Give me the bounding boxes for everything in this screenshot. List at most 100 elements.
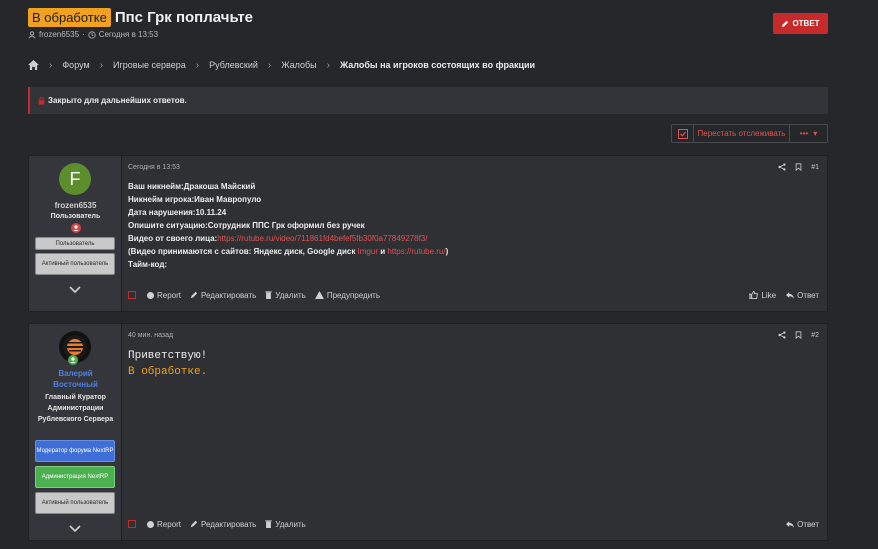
thread-header: В обработке Ппс Грк поплачьте frozen6535 … bbox=[28, 8, 828, 48]
sites-prefix: (Видео принимаются с сайтов: Яндекс диск… bbox=[128, 247, 358, 256]
edit-button[interactable]: Редактировать bbox=[190, 291, 256, 300]
user-icon bbox=[28, 30, 36, 38]
post-line: Видео от своего лица:https://rutube.ru/v… bbox=[128, 232, 448, 245]
info-icon bbox=[147, 291, 154, 299]
report-button[interactable]: Report bbox=[147, 291, 181, 300]
post-number[interactable]: #1 bbox=[811, 164, 819, 171]
breadcrumb-current[interactable]: Жалобы на игроков состоящих во фракции bbox=[340, 60, 535, 70]
info-icon bbox=[147, 520, 154, 528]
edit-label: Редактировать bbox=[201, 290, 257, 300]
watch-more-menu[interactable]: ••• ▾ bbox=[790, 125, 827, 142]
home-icon[interactable] bbox=[28, 60, 39, 70]
online-status-icon bbox=[68, 355, 78, 365]
post-date[interactable]: Сегодня в 13:53 bbox=[128, 164, 180, 171]
trash-icon bbox=[265, 520, 272, 528]
imgur-link[interactable]: Imgur bbox=[358, 247, 378, 256]
lock-icon bbox=[38, 96, 45, 105]
closed-notice-text: Закрыто для дальнейших ответов. bbox=[48, 96, 187, 105]
thread-date[interactable]: Сегодня в 13:53 bbox=[99, 30, 158, 39]
breadcrumb-complaints[interactable]: Жалобы bbox=[281, 60, 316, 70]
warn-button[interactable]: Предупредить bbox=[314, 291, 380, 300]
breadcrumb-server[interactable]: Рублевский bbox=[209, 60, 258, 70]
post-actions-bar: Report Редактировать Удалить Предупредит… bbox=[122, 285, 827, 305]
select-thread-checkbox[interactable] bbox=[672, 125, 694, 142]
bookmark-icon[interactable] bbox=[795, 163, 802, 171]
sites-and: и bbox=[378, 247, 388, 256]
post-username[interactable]: Валерий Восточный bbox=[29, 368, 122, 390]
report-label: Report bbox=[157, 519, 182, 529]
post-line: Никнейм игрока:Иван Мавропуло bbox=[128, 195, 262, 204]
post-actions-right: Like Ответ bbox=[749, 291, 827, 300]
checkbox-icon bbox=[677, 128, 688, 139]
edit-label: Редактировать bbox=[201, 519, 257, 529]
post-line: Ваш никнейм:Дракоша Майский bbox=[128, 182, 256, 191]
delete-button[interactable]: Удалить bbox=[265, 520, 306, 529]
user-banner: Пользователь bbox=[35, 237, 115, 250]
delete-label: Удалить bbox=[275, 519, 306, 529]
thumbs-up-icon bbox=[749, 291, 759, 299]
sites-suffix: ) bbox=[445, 247, 449, 256]
reply-button-label: ОТВЕТ bbox=[792, 19, 820, 28]
select-post-checkbox[interactable] bbox=[128, 291, 136, 299]
select-post-checkbox[interactable] bbox=[128, 520, 136, 528]
post-actions-bar: Report Редактировать Удалить Ответ bbox=[122, 514, 827, 534]
thread-author[interactable]: frozen6535 bbox=[39, 30, 79, 39]
post-status: В обработке. bbox=[128, 366, 208, 378]
reply-label: Ответ bbox=[797, 519, 819, 529]
user-banner: Активный пользователь bbox=[35, 492, 115, 514]
pencil-icon bbox=[782, 20, 789, 27]
bookmark-icon[interactable] bbox=[795, 331, 802, 339]
breadcrumb-forum[interactable]: Форум bbox=[62, 60, 89, 70]
post-main: 40 мин. назад #2 Приветствую! В обработк… bbox=[122, 324, 827, 540]
report-button[interactable]: Report bbox=[147, 520, 181, 529]
breadcrumb-separator: › bbox=[326, 59, 330, 71]
closed-notice: Закрыто для дальнейших ответов. bbox=[28, 87, 828, 114]
post-number[interactable]: #2 bbox=[811, 332, 819, 339]
breadcrumb-separator: › bbox=[195, 59, 200, 71]
avatar-letter: F bbox=[69, 168, 81, 189]
post-tools: #1 bbox=[778, 163, 819, 171]
post-body: Приветствую! В обработке. bbox=[128, 348, 207, 380]
post-date[interactable]: 40 мин. назад bbox=[128, 332, 173, 339]
breadcrumb-game-servers[interactable]: Игровые сервера bbox=[113, 60, 186, 70]
post-username[interactable]: frozen6535 bbox=[29, 201, 122, 210]
chevron-down-icon[interactable] bbox=[69, 524, 81, 534]
user-title: Главный Куратор Администрации Рублевског… bbox=[37, 394, 114, 423]
post-2: Валерий Восточный Главный Куратор Админи… bbox=[28, 323, 828, 541]
like-label: Like bbox=[761, 290, 777, 300]
user-banner: Активный пользователь bbox=[35, 253, 115, 275]
quote-reply-button[interactable]: Ответ bbox=[786, 520, 819, 529]
chevron-down-icon: ▾ bbox=[813, 129, 818, 138]
post-line: (Видео принимаются с сайтов: Яндекс диск… bbox=[128, 245, 448, 258]
pencil-icon bbox=[190, 291, 198, 299]
delete-label: Удалить bbox=[275, 290, 306, 300]
post-line: Тайм-код: bbox=[128, 260, 168, 269]
unwatch-button[interactable]: Перестать отслеживать bbox=[694, 125, 790, 142]
share-icon[interactable] bbox=[778, 331, 786, 339]
thread-prefix-badge[interactable]: В обработке bbox=[28, 8, 111, 27]
thread-title: Ппс Грк поплачьте bbox=[114, 9, 254, 26]
reply-label: Ответ bbox=[797, 290, 819, 300]
avatar[interactable]: F bbox=[59, 163, 91, 195]
post-tools: #2 bbox=[778, 331, 819, 339]
user-title: Пользователь bbox=[50, 213, 101, 220]
post-line: Дата нарушения:10.11.24 bbox=[128, 208, 227, 217]
more-dots-icon: ••• bbox=[799, 129, 809, 138]
breadcrumb-separator: › bbox=[49, 59, 53, 71]
post-user-sidebar: Валерий Восточный Главный Куратор Админи… bbox=[29, 324, 122, 540]
post-line: Опишите ситуацию:Сотрудник ППС Грк оформ… bbox=[128, 221, 365, 230]
reply-button[interactable]: ОТВЕТ bbox=[773, 13, 828, 34]
reply-arrow-icon bbox=[786, 291, 795, 299]
edit-button[interactable]: Редактировать bbox=[190, 520, 256, 529]
pencil-icon bbox=[190, 520, 198, 528]
delete-button[interactable]: Удалить bbox=[265, 291, 306, 300]
admin-banner: Администрация NextRP bbox=[35, 466, 115, 488]
like-button[interactable]: Like bbox=[749, 291, 776, 300]
share-icon[interactable] bbox=[778, 163, 786, 171]
breadcrumb-separator: › bbox=[267, 59, 272, 71]
quote-reply-button[interactable]: Ответ bbox=[786, 291, 819, 300]
rutube-link[interactable]: https://rutube.ru/ bbox=[387, 247, 445, 256]
video-label: Видео от своего лица: bbox=[128, 234, 218, 243]
post-body: Ваш никнейм:Дракоша Майский Никнейм игро… bbox=[128, 180, 448, 271]
video-link[interactable]: https://rutube.ru/video/711861fd4befef5f… bbox=[217, 234, 427, 243]
